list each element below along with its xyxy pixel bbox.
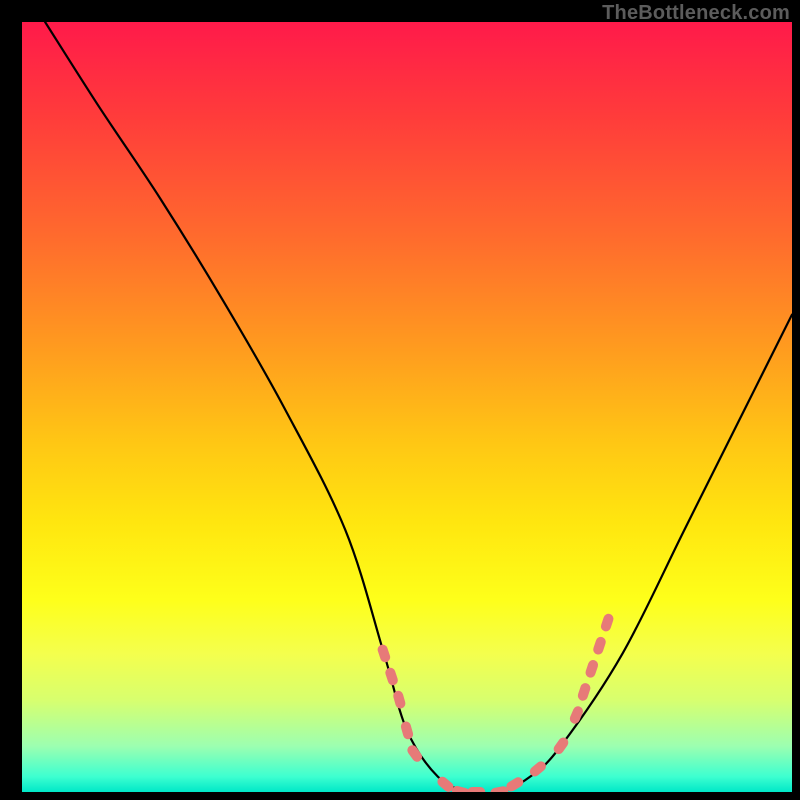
marker-dash	[577, 682, 592, 702]
marker-dash	[505, 775, 526, 792]
marker-dash	[600, 612, 615, 632]
marker-dash	[592, 636, 607, 656]
marker-dashes	[376, 612, 614, 792]
curve-svg	[22, 22, 792, 792]
marker-dash	[405, 743, 424, 763]
marker-dash	[376, 643, 391, 663]
marker-dash	[384, 666, 399, 686]
marker-dash	[467, 787, 485, 792]
plot-area	[22, 22, 792, 792]
marker-dash	[584, 659, 599, 679]
marker-dash	[490, 785, 510, 792]
marker-dash	[400, 720, 415, 740]
chart-container: TheBottleneck.com	[0, 0, 800, 800]
main-curve	[45, 22, 792, 792]
